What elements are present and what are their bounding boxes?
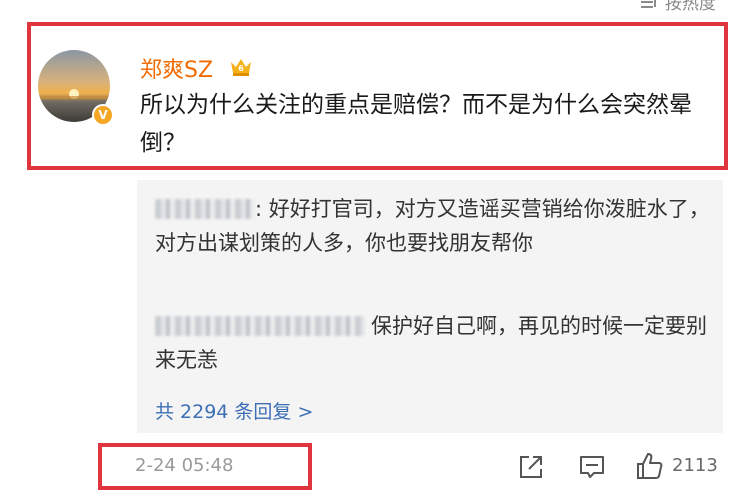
comment-icon[interactable]	[578, 454, 606, 480]
comment-timestamp: 2-24 05:48	[135, 455, 234, 476]
blurred-username	[155, 199, 255, 219]
more-replies-link[interactable]: 共 2294 条回复 >	[155, 397, 313, 424]
share-icon[interactable]	[518, 454, 544, 480]
comment-username[interactable]: 郑爽SZ	[140, 52, 213, 84]
sort-icon	[641, 0, 659, 8]
like-count: 2113	[672, 455, 718, 476]
reply-item: : 好好打官司，对方又造谣买营销给你泼脏水了，对方出谋划策的人多，你也要找朋友帮…	[155, 192, 715, 260]
sort-label: 按热度	[665, 0, 716, 14]
thumbs-up-icon[interactable]	[634, 451, 664, 481]
reply-item: 保护好自己啊，再见的时候一定要别来无恙	[155, 309, 715, 377]
comment-text: 所以为什么关注的重点是赔偿？而不是为什么会突然晕倒？	[140, 92, 692, 156]
reply-panel: : 好好打官司，对方又造谣买营销给你泼脏水了，对方出谋划策的人多，你也要找朋友帮…	[137, 180, 723, 433]
vip-crown-icon: 6	[231, 59, 251, 76]
svg-text:6: 6	[238, 64, 244, 73]
sort-by-hot[interactable]: 按热度	[641, 0, 716, 14]
verified-badge-icon: V	[92, 104, 114, 126]
blurred-username	[155, 316, 365, 336]
